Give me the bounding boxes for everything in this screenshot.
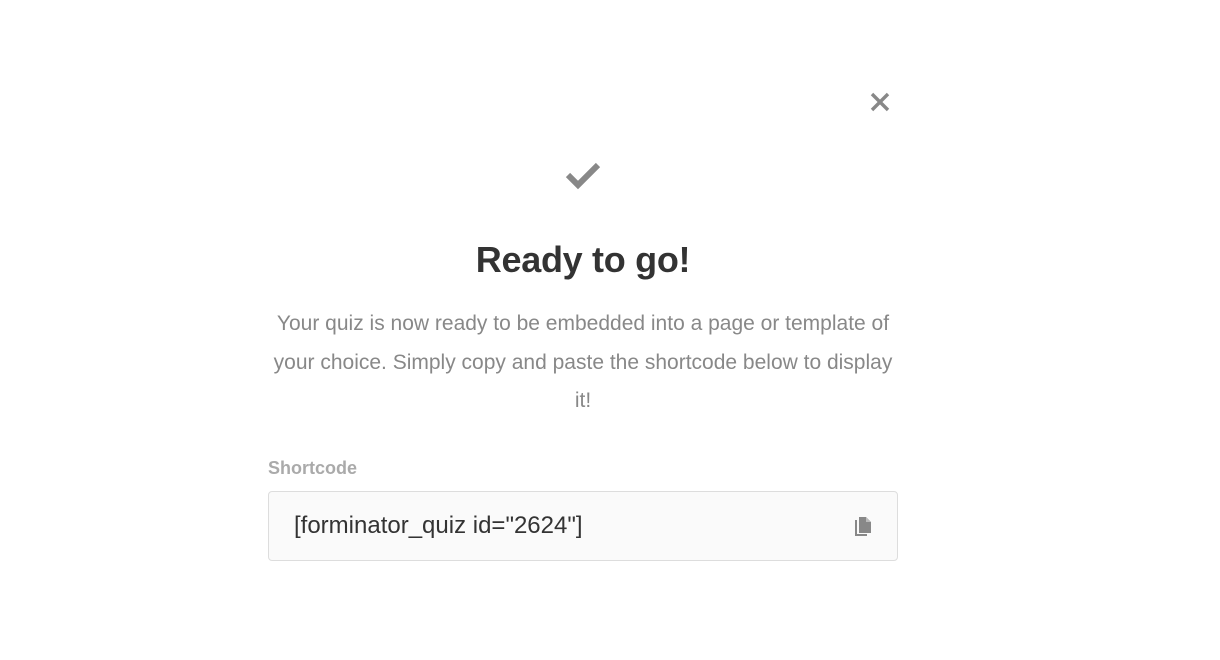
checkmark-icon	[565, 162, 601, 190]
copy-icon	[855, 517, 871, 536]
close-icon	[870, 92, 890, 112]
copy-button[interactable]	[851, 514, 875, 540]
shortcode-value[interactable]: [forminator_quiz id="2624"]	[294, 492, 583, 560]
close-button[interactable]	[864, 86, 896, 118]
dialog-description: Your quiz is now ready to be embedded in…	[273, 312, 893, 412]
shortcode-field[interactable]: [forminator_quiz id="2624"]	[268, 491, 898, 561]
shortcode-label: Shortcode	[268, 458, 358, 478]
dialog-title: Ready to go!	[475, 239, 691, 280]
ready-dialog: Ready to go! Your quiz is now ready to b…	[0, 0, 1220, 660]
